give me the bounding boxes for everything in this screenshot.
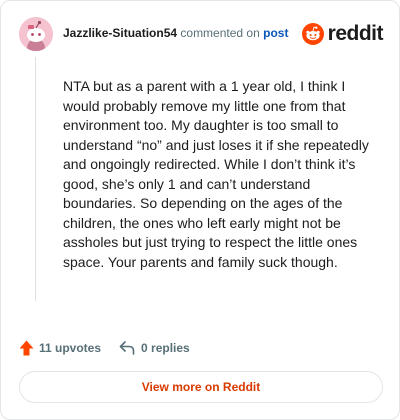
- upvote-arrow-icon: [19, 340, 34, 356]
- reddit-embed-card: Jazzlike-Situation54 commented on post r…: [0, 0, 400, 420]
- thread-line: [35, 57, 36, 301]
- snoo-avatar-icon: [19, 17, 53, 51]
- reddit-snoo-icon: [301, 23, 324, 45]
- comment-footer: 11 upvotes 0 replies: [19, 337, 190, 359]
- comment-meta: Jazzlike-Situation54 commented on post: [63, 26, 288, 40]
- upvote-count: 11 upvotes: [39, 341, 102, 355]
- author-username[interactable]: Jazzlike-Situation54: [63, 26, 177, 40]
- view-more-button[interactable]: View more on Reddit: [19, 371, 383, 403]
- replies-count: 0 replies: [141, 341, 190, 355]
- reddit-wordmark: reddit: [327, 22, 384, 45]
- comment-action-text: commented on: [180, 26, 260, 40]
- reply-arrow-icon: [119, 341, 135, 355]
- replies-button[interactable]: 0 replies: [119, 341, 190, 355]
- user-avatar[interactable]: [19, 17, 53, 51]
- reddit-logo[interactable]: reddit: [301, 19, 384, 49]
- comment-body: NTA but as a parent with a 1 year old, I…: [63, 78, 369, 270]
- comment-header: Jazzlike-Situation54 commented on post r…: [19, 17, 384, 53]
- upvote-button[interactable]: 11 upvotes: [19, 340, 101, 356]
- post-link[interactable]: post: [263, 26, 288, 40]
